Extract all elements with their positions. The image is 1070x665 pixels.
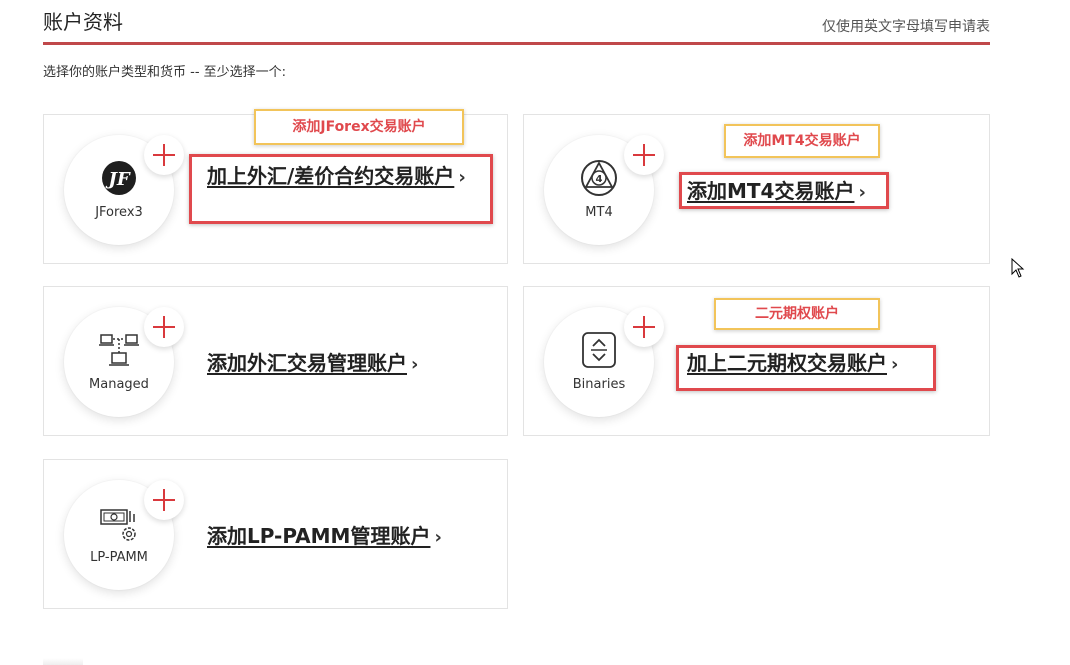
add-managed-account-link[interactable]: 添加外汇交易管理账户 › xyxy=(207,349,418,379)
jforex-logo-icon: JF xyxy=(102,161,136,195)
add-lppamm-account-link[interactable]: 添加LP-PAMM管理账户 › xyxy=(207,522,442,552)
money-gear-icon xyxy=(100,509,136,541)
header-note: 仅使用英文字母填写申请表 xyxy=(822,19,990,35)
mouse-cursor-icon xyxy=(1011,258,1025,278)
network-computers-icon xyxy=(99,334,139,366)
highlight-box-mt4 xyxy=(679,172,889,209)
logo-label: Managed xyxy=(89,377,149,392)
callout-mt4: 添加MT4交易账户 xyxy=(724,124,880,158)
account-card-lppamm: LP-PAMM 添加LP-PAMM管理账户 › xyxy=(43,459,508,609)
add-plus-icon[interactable] xyxy=(144,135,184,175)
callout-binaries: 二元期权账户 xyxy=(714,298,880,330)
up-down-chevron-icon xyxy=(582,332,616,368)
logo-label: MT4 xyxy=(585,205,613,220)
add-plus-icon[interactable] xyxy=(624,307,664,347)
svg-text:JF: JF xyxy=(105,169,131,190)
logo-label: JForex3 xyxy=(95,205,143,220)
instructions-text: 选择你的账户类型和货币 -- 至少选择一个: xyxy=(43,65,287,80)
chevron-right-icon: › xyxy=(434,527,442,548)
action-label: 添加LP-PAMM管理账户 xyxy=(207,524,431,548)
page-title: 账户资料 xyxy=(43,10,123,34)
header-divider xyxy=(43,42,990,45)
svg-text:4: 4 xyxy=(596,174,603,185)
highlight-box-binaries xyxy=(676,345,936,391)
callout-jforex: 添加JForex交易账户 xyxy=(254,109,464,145)
add-plus-icon[interactable] xyxy=(624,135,664,175)
action-label: 添加外汇交易管理账户 xyxy=(207,351,407,375)
chevron-right-icon: › xyxy=(411,354,419,375)
add-plus-icon[interactable] xyxy=(144,480,184,520)
logo-label: Binaries xyxy=(572,377,626,392)
account-profile-page: 账户资料 仅使用英文字母填写申请表 选择你的账户类型和货币 -- 至少选择一个:… xyxy=(0,0,1070,665)
cutoff-content xyxy=(43,658,83,665)
logo-label: LP-PAMM xyxy=(90,550,148,565)
account-card-managed: Managed 添加外汇交易管理账户 › xyxy=(43,286,508,436)
mt4-logo-icon: 4 xyxy=(581,160,617,196)
highlight-box-jforex xyxy=(189,154,493,224)
add-plus-icon[interactable] xyxy=(144,307,184,347)
